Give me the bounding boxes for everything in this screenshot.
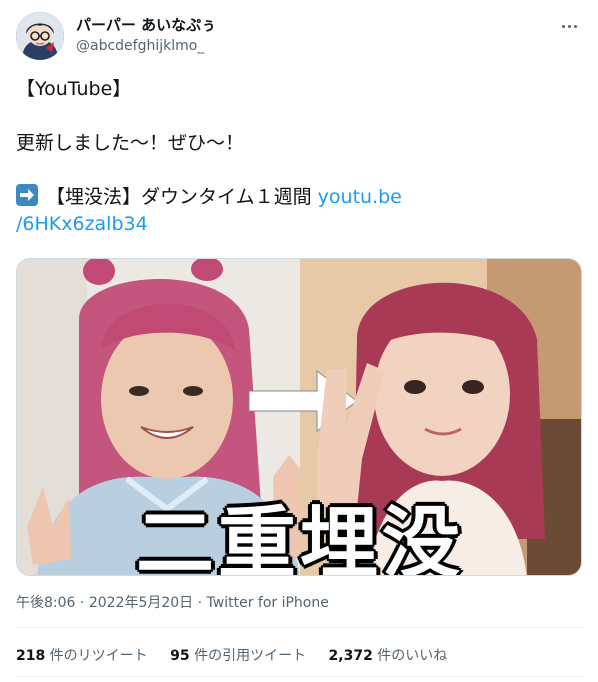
tweet-source-link[interactable]: Twitter for iPhone	[207, 595, 329, 611]
divider-top	[16, 627, 582, 628]
tweet-line-youtube: 【YouTube】	[16, 78, 132, 100]
divider-bottom	[16, 676, 582, 677]
avatar-illustration	[16, 12, 64, 60]
quotes-stat[interactable]: 95 件の引用ツイート	[170, 648, 306, 664]
more-options-icon[interactable]	[558, 16, 582, 36]
tweet-text: 【YouTube】 更新しました〜！ぜひ〜！ 【埋没法】ダウンタイム１週間 yo…	[16, 76, 582, 238]
arrow-right-emoji-icon	[16, 184, 38, 206]
youtube-link-part1[interactable]: youtu.be	[318, 186, 402, 208]
media-caption-text: 二重埋没	[135, 499, 464, 576]
tweet-media-image[interactable]: 二重埋没	[16, 258, 582, 576]
user-avatar[interactable]	[16, 12, 64, 60]
quotes-label: 件の引用ツイート	[189, 648, 307, 664]
tweet-date-link[interactable]: 2022年5月20日	[89, 595, 193, 611]
tweet-line-updated: 更新しました〜！ぜひ〜！	[16, 132, 245, 154]
user-handle[interactable]: @abcdefghijklmo_	[76, 36, 216, 56]
likes-count: 2,372	[328, 648, 373, 664]
retweets-stat[interactable]: 218 件のリツイート	[16, 648, 148, 664]
tweet-header: パーパー あいなぷぅ @abcdefghijklmo_	[16, 12, 582, 64]
tweet-line-link: 【埋没法】ダウンタイム１週間 youtu.be	[16, 184, 582, 211]
retweets-count: 218	[16, 648, 46, 664]
quotes-count: 95	[170, 648, 190, 664]
youtube-link-part2[interactable]: /6HKx6zalb34	[16, 213, 148, 235]
user-names: パーパー あいなぷぅ @abcdefghijklmo_	[76, 15, 216, 56]
meta-separator: ·	[75, 595, 89, 611]
likes-stat[interactable]: 2,372 件のいいね	[329, 648, 448, 664]
tweet-time-link[interactable]: 午後8:06	[16, 595, 75, 611]
video-title: 【埋没法】ダウンタイム１週間	[46, 186, 318, 208]
tweet-stats: 218 件のリツイート 95 件の引用ツイート 2,372 件のいいね	[16, 646, 465, 666]
retweets-label: 件のリツイート	[45, 648, 148, 664]
tweet-meta: 午後8:06 · 2022年5月20日 · Twitter for iPhone	[16, 593, 329, 613]
display-name[interactable]: パーパー あいなぷぅ	[76, 15, 216, 35]
meta-separator: ·	[193, 595, 207, 611]
likes-label: 件のいいね	[372, 648, 448, 664]
